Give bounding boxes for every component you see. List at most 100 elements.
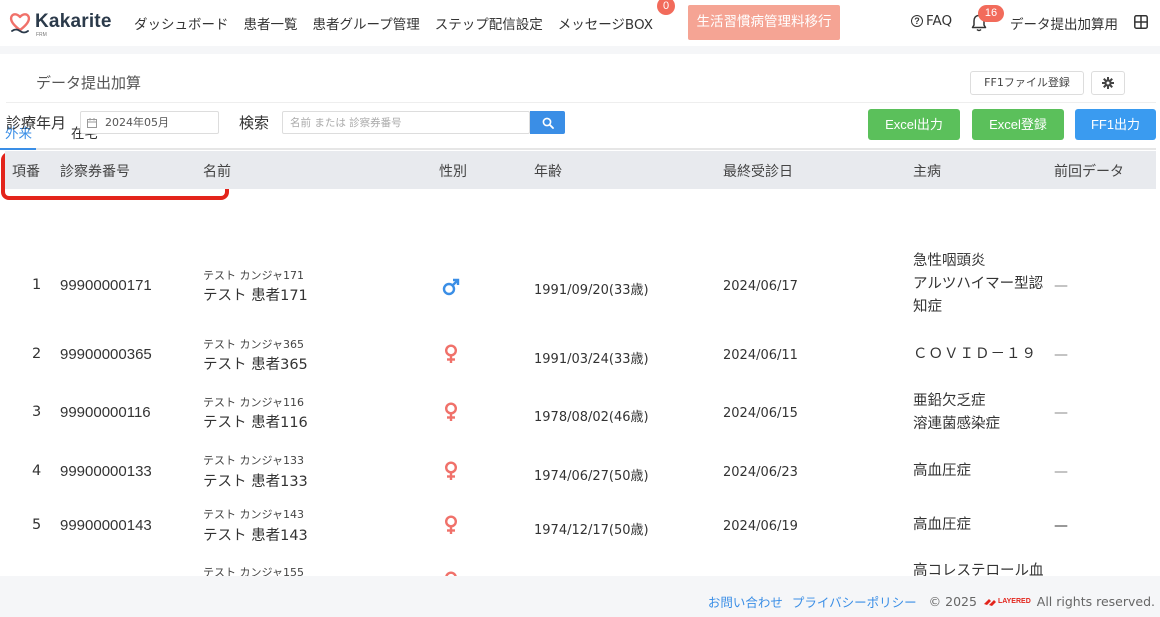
privacy-policy-link[interactable]: プライバシーポリシー	[792, 592, 917, 611]
logo-subtext: FRM	[36, 32, 47, 38]
row-previous-data: —	[1054, 405, 1068, 421]
header-card-no[interactable]: 診察券番号	[60, 161, 130, 181]
female-icon	[443, 461, 459, 481]
row-name-kana: テスト カンジャ365	[203, 338, 304, 351]
calendar-icon	[87, 118, 97, 128]
row-name-kana: テスト カンジャ116	[203, 396, 304, 409]
disease-line: 知症	[913, 299, 942, 315]
nav-dashboard[interactable]: ダッシュボード	[134, 13, 229, 33]
row-disease: 高血圧症	[913, 514, 971, 537]
nav-patient-list[interactable]: 患者一覧	[244, 13, 298, 33]
row-name[interactable]: テスト 患者171	[203, 284, 308, 305]
faq-link[interactable]: ? FAQ	[911, 13, 952, 29]
month-picker-input[interactable]: 2024年05月	[80, 111, 219, 134]
header-age[interactable]: 年齢	[534, 161, 562, 181]
app-logo[interactable]: Kakarite FRM	[8, 10, 112, 38]
table-row[interactable]: 1 99900000171 テスト カンジャ171 テスト 患者171 1991…	[5, 246, 1156, 326]
row-previous-data: —	[1054, 464, 1068, 480]
header-name[interactable]: 名前	[203, 161, 231, 181]
row-last-visit: 2024/06/15	[723, 406, 798, 421]
search-label: 検索	[239, 114, 270, 132]
row-disease: 亜鉛欠乏症 溶連菌感染症	[913, 390, 1000, 436]
disease-line: 亜鉛欠乏症	[913, 393, 986, 409]
ff1-export-button[interactable]: FF1出力	[1075, 109, 1156, 140]
disease-line: 高血圧症	[913, 517, 971, 533]
active-tab-indicator	[0, 148, 36, 150]
row-name-kana: テスト カンジャ133	[203, 454, 304, 467]
grid-menu-icon[interactable]	[1134, 15, 1148, 29]
search-input[interactable]	[282, 111, 530, 134]
disease-line: 急性咽頭炎	[913, 253, 986, 269]
nav-step-delivery[interactable]: ステップ配信設定	[435, 13, 543, 33]
header-last-visit[interactable]: 最終受診日	[723, 161, 793, 181]
row-birthdate-age: 1978/08/02(46歳)	[534, 410, 649, 425]
main-panel: データ提出加算 FF1ファイル登録 外来 在宅 診療年月 2024年05月 検索…	[0, 54, 1160, 576]
search-icon	[542, 117, 554, 129]
female-icon	[443, 402, 459, 422]
table-row[interactable]: テスト カンジャ155 高コレステロール血	[5, 557, 1156, 576]
row-name-kana: テスト カンジャ143	[203, 508, 304, 521]
row-card-no: 99900000171	[60, 277, 152, 294]
excel-import-button[interactable]: Excel登録	[972, 109, 1064, 140]
table-header: 項番 診察券番号 名前 性別 年齢 最終受診日 主病 前回データ	[5, 151, 1156, 189]
layered-logo-icon	[983, 598, 996, 606]
gear-icon	[1102, 77, 1114, 89]
month-filter-label: 診療年月	[6, 114, 67, 132]
lifestyle-disease-migration-button[interactable]: 生活習慣病管理料移行	[688, 5, 840, 40]
row-last-visit: 2024/06/11	[723, 348, 798, 363]
footer-links: お問い合わせ プライバシーポリシー © 2025 LAYERED All rig…	[699, 592, 1155, 611]
contact-link[interactable]: お問い合わせ	[708, 592, 783, 611]
row-previous-data: —	[1054, 278, 1068, 294]
row-name-kana: テスト カンジャ171	[203, 269, 304, 282]
page-title: データ提出加算	[36, 74, 142, 92]
disease-line: 高血圧症	[913, 463, 971, 479]
row-birthdate-age: 1974/06/27(50歳)	[534, 469, 649, 484]
row-index: 4	[32, 463, 42, 479]
row-name[interactable]: テスト 患者143	[203, 524, 308, 545]
ff1-file-register-button[interactable]: FF1ファイル登録	[970, 71, 1084, 95]
female-icon	[443, 344, 459, 364]
row-disease: 高血圧症	[913, 460, 971, 483]
header-divider	[6, 102, 1156, 103]
disease-line: 溶連菌感染症	[913, 416, 1000, 432]
row-card-no: 99900000116	[60, 404, 151, 421]
male-icon	[442, 278, 460, 296]
row-previous-data: —	[1054, 518, 1068, 534]
excel-export-button[interactable]: Excel出力	[868, 109, 960, 140]
disease-line: ＣＯＶＩＤ－１９	[913, 346, 1037, 362]
rights-text: All rights reserved.	[1036, 594, 1155, 609]
message-count-badge: 0	[657, 0, 675, 15]
row-name[interactable]: テスト 患者365	[203, 353, 308, 374]
disease-line: 高コレステロール血	[913, 563, 1044, 576]
notification-count-badge: 16	[978, 5, 1004, 22]
row-name[interactable]: テスト 患者133	[203, 470, 308, 491]
month-value: 2024年05月	[105, 116, 169, 129]
main-nav: ダッシュボード 患者一覧 患者グループ管理 ステップ配信設定 メッセージBOX	[134, 13, 668, 33]
row-disease: 高コレステロール血	[913, 560, 1044, 576]
layered-logo-text: LAYERED	[997, 598, 1031, 605]
row-disease: ＣＯＶＩＤ－１９	[913, 343, 1037, 366]
table-row[interactable]: 2 99900000365 テスト カンジャ365 テスト 患者365 1991…	[5, 329, 1156, 387]
search-button[interactable]	[530, 111, 565, 134]
row-birthdate-age: 1991/09/20(33歳)	[534, 283, 649, 298]
header-previous-data[interactable]: 前回データ	[1054, 161, 1124, 181]
copyright-text: © 2025	[928, 594, 977, 609]
table-row[interactable]: 5 99900000143 テスト カンジャ143 テスト 患者143 1974…	[5, 501, 1156, 557]
row-name[interactable]: テスト 患者116	[203, 411, 308, 432]
nav-patient-groups[interactable]: 患者グループ管理	[313, 13, 420, 33]
row-index: 3	[32, 404, 42, 420]
header-index: 項番	[12, 164, 40, 180]
header-sex[interactable]: 性別	[439, 161, 467, 181]
row-last-visit: 2024/06/23	[723, 465, 798, 480]
table-row[interactable]: 4 99900000133 テスト カンジャ133 テスト 患者133 1974…	[5, 445, 1156, 501]
user-account-label[interactable]: データ提出加算用	[1010, 13, 1118, 33]
nav-message-box[interactable]: メッセージBOX	[558, 13, 653, 33]
header-disease[interactable]: 主病	[913, 161, 941, 181]
row-previous-data: —	[1054, 347, 1068, 363]
disease-line: アルツハイマー型認	[913, 276, 1044, 292]
row-birthdate-age: 1991/03/24(33歳)	[534, 352, 649, 367]
settings-button[interactable]	[1091, 71, 1125, 95]
row-card-no: 99900000133	[60, 463, 152, 480]
table-row[interactable]: 3 99900000116 テスト カンジャ116 テスト 患者116 1978…	[5, 387, 1156, 445]
footer: お問い合わせ プライバシーポリシー © 2025 LAYERED All rig…	[0, 576, 1160, 617]
